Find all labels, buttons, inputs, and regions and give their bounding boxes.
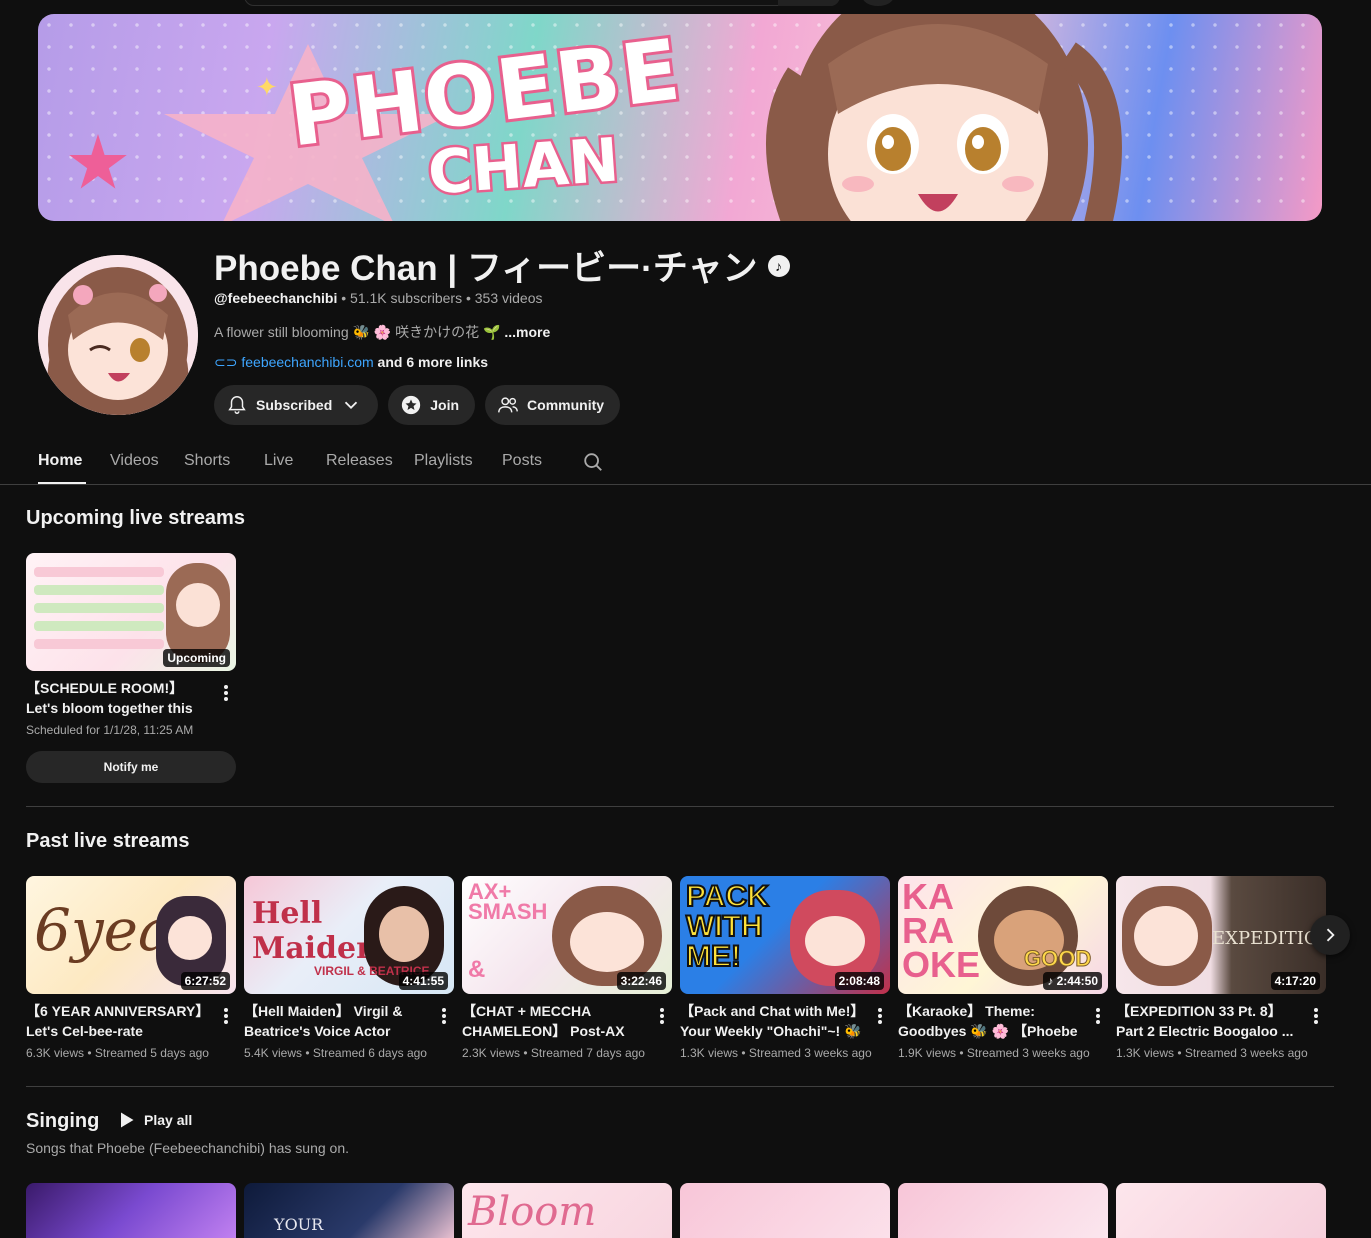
notify-me-button[interactable]: Notify me (26, 751, 236, 783)
video-duration-6: 4:17:20 (1270, 972, 1320, 990)
video-thumbnail-5[interactable]: KA RA OKE GOOD ♪ 2:44:50 (898, 876, 1108, 994)
more-options-icon[interactable] (224, 1008, 228, 1024)
chevron-down-icon (345, 401, 358, 410)
star-badge-icon (402, 395, 421, 415)
voice-search-button[interactable] (862, 0, 894, 6)
video-title-1[interactable]: 【6 YEAR ANNIVERSARY】 Let's Cel-bee-rate … (26, 1001, 212, 1041)
community-button[interactable]: Community (485, 385, 621, 425)
banner-subtitle: CHAN (423, 123, 623, 211)
past-section-title: Past live streams (26, 830, 190, 852)
subscribed-label: Subscribed (256, 397, 333, 413)
tab-live[interactable]: Live (264, 438, 298, 485)
channel-handle: @feebeechanchibi (214, 290, 338, 306)
video-duration-5: ♪ 2:44:50 (1043, 972, 1102, 990)
join-label: Join (430, 397, 460, 413)
channel-link[interactable]: feebeechanchibi.com (241, 354, 373, 370)
video-meta-5: 1.9K views • Streamed 3 weeks ago (898, 1046, 1090, 1060)
upcoming-badge: Upcoming (163, 649, 230, 667)
singing-thumbnail-5[interactable] (898, 1183, 1108, 1238)
video-duration-2: 4:41:55 (398, 972, 448, 990)
banner-character (766, 14, 1122, 221)
video-title-2[interactable]: 【Hell Maiden】 Virgil & Beatrice's Voice … (244, 1001, 430, 1041)
tab-releases[interactable]: Releases (326, 438, 393, 485)
more-options-icon[interactable] (442, 1008, 446, 1024)
singing-thumbnail-1[interactable] (26, 1183, 236, 1238)
upcoming-video-meta: Scheduled for 1/1/28, 11:25 AM (26, 723, 194, 737)
more-options-icon[interactable] (1096, 1008, 1100, 1024)
channel-tabs: Home Videos Shorts Live Releases Playlis… (38, 438, 544, 485)
video-duration-3: 3:22:46 (616, 972, 666, 990)
singing-thumbnail-2[interactable]: YOUR (244, 1183, 454, 1238)
channel-meta: @feebeechanchibi • 51.1K subscribers • 3… (214, 290, 543, 306)
more-options-icon[interactable] (660, 1008, 664, 1024)
video-duration-1: 6:27:52 (180, 972, 230, 990)
video-thumbnail-2[interactable]: Hell Maiden VIRGIL & BEATRICE 4:41:55 (244, 876, 454, 994)
upcoming-section-title: Upcoming live streams (26, 507, 245, 529)
channel-links: ⊂⊃ feebeechanchibi.com and 6 more links (214, 354, 488, 371)
singing-section-title: Singing (26, 1110, 100, 1132)
search-icon[interactable] (582, 451, 604, 473)
channel-name: Phoebe Chan | フィービー·チャン ♪ (214, 240, 790, 291)
channel-description-text: A flower still blooming 🐝 🌸 咲きかけの花 🌱 (214, 324, 505, 340)
sparkle-icon: ✦ (256, 72, 278, 102)
carousel-next-button[interactable] (1310, 915, 1350, 955)
more-options-icon[interactable] (1314, 1008, 1318, 1024)
music-verified-icon: ♪ (767, 254, 790, 277)
join-button[interactable]: Join (388, 385, 476, 425)
singing-thumbnail-6[interactable] (1116, 1183, 1326, 1238)
channel-avatar[interactable] (38, 255, 198, 415)
video-title-6[interactable]: 【EXPEDITION 33 Pt. 8】 Part 2 Electric Bo… (1116, 1001, 1302, 1041)
singing-thumbnail-3[interactable]: Bloom (462, 1183, 672, 1238)
video-meta-3: 2.3K views • Streamed 7 days ago (462, 1046, 645, 1060)
description-more[interactable]: ...more (504, 324, 550, 340)
channel-stats: • 51.1K subscribers • 353 videos (337, 290, 543, 306)
channel-actions: Subscribed Join Community (214, 385, 621, 425)
video-meta-2: 5.4K views • Streamed 6 days ago (244, 1046, 427, 1060)
video-title-4[interactable]: 【Pack and Chat with Me!】 Your Weekly "Oh… (680, 1001, 866, 1041)
section-divider (26, 806, 1334, 807)
video-title-3[interactable]: 【CHAT + MECCHA CHAMELEON】 Post-AX an... (462, 1001, 648, 1041)
play-all-button[interactable]: Play all (116, 1110, 192, 1130)
video-thumbnail-1[interactable]: 6year 6:27:52 (26, 876, 236, 994)
singing-description: Songs that Phoebe (Feebeechanchibi) has … (26, 1140, 350, 1156)
channel-name-text: Phoebe Chan | フィービー·チャン (214, 249, 758, 288)
tab-videos[interactable]: Videos (110, 438, 160, 485)
section-divider (26, 1086, 1334, 1087)
link-icon: ⊂⊃ (214, 354, 238, 370)
tab-shorts[interactable]: Shorts (184, 438, 234, 485)
people-icon (498, 397, 518, 413)
video-meta-4: 1.3K views • Streamed 3 weeks ago (680, 1046, 872, 1060)
video-meta-1: 6.3K views • Streamed 5 days ago (26, 1046, 209, 1060)
tab-home[interactable]: Home (38, 438, 86, 485)
community-label: Community (527, 397, 605, 413)
singing-thumbnail-4[interactable] (680, 1183, 890, 1238)
tab-posts[interactable]: Posts (502, 438, 544, 485)
play-icon (121, 1112, 134, 1128)
subscribed-button[interactable]: Subscribed (214, 385, 379, 425)
more-links[interactable]: and 6 more links (374, 354, 489, 370)
search-button[interactable] (778, 0, 840, 6)
play-all-label: Play all (144, 1112, 193, 1128)
search-bar[interactable] (244, 0, 840, 6)
more-options-icon[interactable] (878, 1008, 882, 1024)
video-thumbnail-4[interactable]: PACK WITH ME! 2:08:48 (680, 876, 890, 994)
more-options-icon[interactable] (224, 685, 228, 701)
chevron-right-icon (1326, 928, 1335, 942)
channel-description[interactable]: A flower still blooming 🐝 🌸 咲きかけの花 🌱 ...… (214, 322, 550, 342)
tab-playlists[interactable]: Playlists (414, 438, 476, 485)
video-title-5[interactable]: 【Karaoke】 Theme: Goodbyes 🐝 🌸 【Phoebe ..… (898, 1001, 1084, 1041)
video-thumbnail-3[interactable]: AX+ SMASH & 3:22:46 (462, 876, 672, 994)
tabs-divider (0, 484, 1371, 485)
upcoming-thumbnail[interactable]: Upcoming (26, 553, 236, 671)
video-meta-6: 1.3K views • Streamed 3 weeks ago (1116, 1046, 1308, 1060)
bell-icon (228, 396, 246, 414)
upcoming-video-title[interactable]: 【SCHEDULE ROOM!】Let's bloom together thi… (26, 678, 212, 718)
channel-banner: ✦ PHOEBE CHAN (38, 14, 1322, 221)
video-thumbnail-6[interactable]: EXPEDITION 4:17:20 (1116, 876, 1326, 994)
video-duration-4: 2:08:48 (834, 972, 884, 990)
